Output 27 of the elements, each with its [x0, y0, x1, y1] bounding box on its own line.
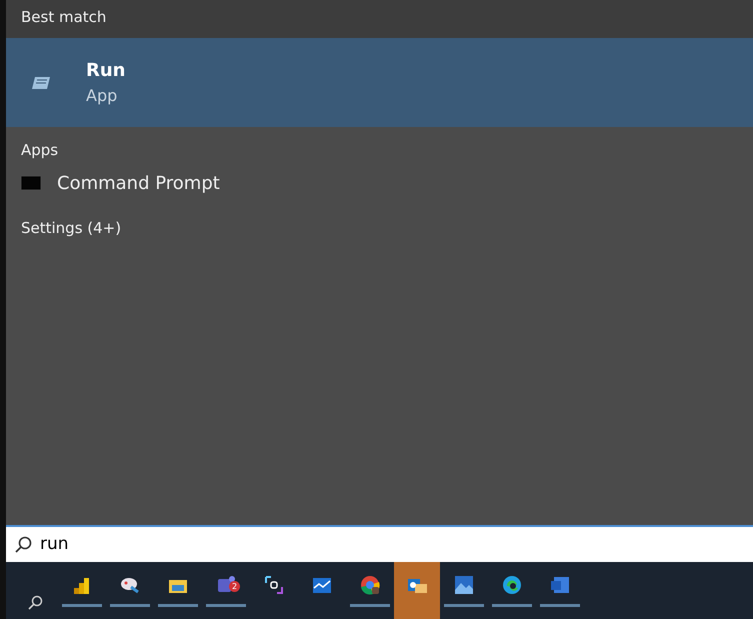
result-title: Run	[86, 59, 126, 83]
taskbar-button[interactable]: 2	[202, 562, 250, 619]
image-icon	[453, 574, 475, 596]
window-icon	[31, 76, 51, 90]
terminal-icon	[21, 176, 41, 190]
section-heading: Settings (4+)	[21, 219, 122, 237]
running-indicator	[110, 604, 150, 607]
search-input[interactable]: run	[40, 532, 753, 558]
running-indicator	[206, 604, 246, 607]
swirl-icon	[501, 574, 523, 596]
running-indicator	[444, 604, 484, 607]
search-result[interactable]: Run App	[6, 38, 753, 127]
section-heading: Apps	[21, 141, 58, 159]
running-indicator	[540, 604, 580, 607]
bracket-icon	[263, 574, 285, 596]
search-icon	[14, 536, 32, 554]
search-bar[interactable]: run	[6, 525, 753, 562]
notification-count: 2	[229, 581, 240, 592]
search-icon	[27, 595, 43, 611]
search-result[interactable]: Command Prompt	[6, 161, 753, 205]
result-subtitle: App	[86, 85, 118, 107]
running-indicator	[158, 604, 198, 607]
section-heading: Best match	[21, 8, 106, 26]
running-indicator	[62, 604, 102, 607]
browser-icon	[359, 574, 381, 596]
running-indicator	[492, 604, 532, 607]
running-indicator	[350, 604, 390, 607]
